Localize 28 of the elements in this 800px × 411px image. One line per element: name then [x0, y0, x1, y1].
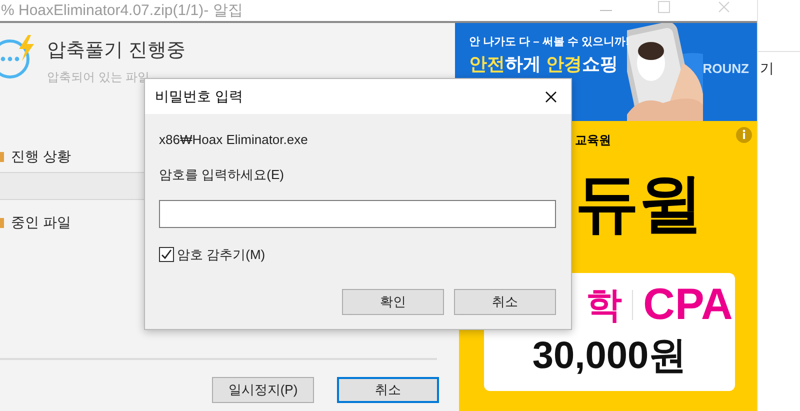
checkbox-label[interactable]: 암호 감추기(M) — [177, 245, 266, 264]
dialog-button[interactable]: 일시정지(P) — [212, 377, 314, 403]
checkbox[interactable] — [159, 247, 174, 262]
dialog-button[interactable]: 확인 — [342, 288, 444, 314]
progress-heading: 압축풀기 진행중 — [47, 39, 186, 63]
info-icon[interactable] — [736, 127, 752, 143]
section-marker — [0, 218, 4, 228]
password-prompt: 암호를 입력하세요(E) — [159, 166, 285, 184]
ad-price: 30,000원 — [532, 337, 687, 375]
ad-subject: 학 — [586, 287, 622, 323]
column-header: 기 — [760, 59, 775, 78]
section-marker — [0, 152, 4, 162]
dialog-title: 비밀번호 입력 — [155, 87, 243, 106]
password-field[interactable] — [159, 200, 556, 228]
ad-header: 교육원 — [575, 132, 611, 149]
section-label: 중인 파일 — [11, 213, 71, 232]
dialog-button[interactable]: 취소 — [454, 288, 556, 314]
dialog-button[interactable]: 취소 — [337, 377, 439, 403]
ad-brand: ROUNZ — [702, 60, 749, 78]
ad-subject: CPA — [643, 283, 733, 327]
close-icon[interactable] — [545, 90, 557, 102]
ad-headline: 안전하게 안경쇼핑 — [469, 53, 620, 75]
file-path: x86₩Hoax Eliminator.exe — [159, 131, 309, 149]
ad-title: 듀윌 — [575, 171, 704, 235]
section-label: 진행 상황 — [11, 147, 71, 166]
window-title: % HoaxEliminator4.07.zip(1/1)- 알집 — [1, 3, 243, 18]
minimize-icon[interactable] — [600, 10, 612, 12]
maximize-icon[interactable] — [658, 0, 670, 12]
